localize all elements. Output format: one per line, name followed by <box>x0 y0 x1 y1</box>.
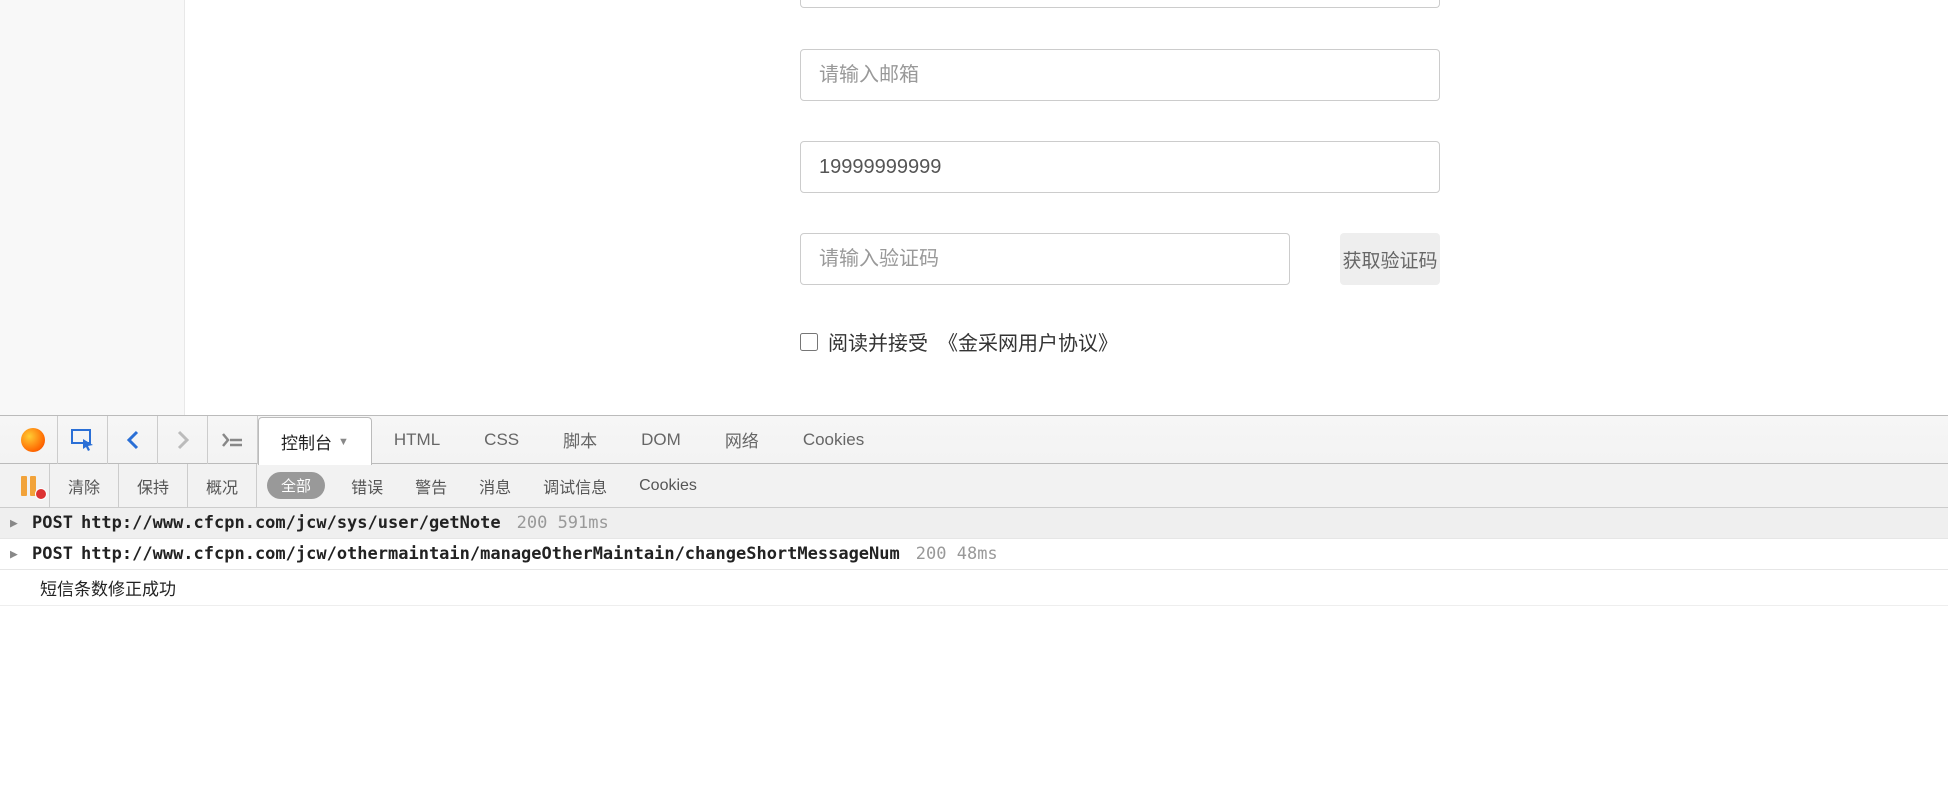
log-url: http://www.cfcpn.com/jcw/othermaintain/m… <box>81 544 900 564</box>
row-top-partial <box>800 0 1948 9</box>
tab-console-label: 控制台 <box>281 429 332 454</box>
profile-button[interactable]: 概况 <box>188 464 257 508</box>
log-url: http://www.cfcpn.com/jcw/sys/user/getNot… <box>81 513 501 533</box>
filter-warn[interactable]: 警告 <box>399 474 463 498</box>
get-captcha-button[interactable]: 获取验证码 <box>1340 233 1440 285</box>
row-phone <box>800 141 1948 193</box>
tab-console[interactable]: 控制台 ▼ <box>258 417 372 465</box>
page-upper: 获取验证码 阅读并接受 《金采网用户协议》 <box>0 0 1948 415</box>
row-agreement: 阅读并接受 《金采网用户协议》 <box>800 327 1948 356</box>
firebug-icon[interactable] <box>8 416 58 464</box>
tab-network[interactable]: 网络 <box>703 416 781 464</box>
devtools-panel: 控制台 ▼ HTML CSS 脚本 DOM 网络 Cookies 清除 保持 概… <box>0 415 1948 606</box>
tab-dom[interactable]: DOM <box>619 416 703 464</box>
tab-script[interactable]: 脚本 <box>541 416 619 464</box>
email-input[interactable] <box>800 49 1440 101</box>
expand-arrow-icon[interactable]: ▶ <box>10 547 24 562</box>
filter-debug[interactable]: 调试信息 <box>527 474 623 498</box>
partial-input[interactable] <box>800 0 1440 8</box>
tab-css[interactable]: CSS <box>462 416 541 464</box>
captcha-input[interactable] <box>800 233 1290 285</box>
filter-error[interactable]: 错误 <box>335 474 399 498</box>
clear-button[interactable]: 清除 <box>50 464 119 508</box>
agree-prefix: 阅读并接受 <box>828 327 928 356</box>
left-gutter <box>0 0 185 415</box>
log-status: 200 48ms <box>916 544 998 564</box>
log-status: 200 591ms <box>517 513 609 533</box>
log-method: POST <box>32 544 73 564</box>
chevron-down-icon: ▼ <box>338 436 349 448</box>
filter-cookies[interactable]: Cookies <box>623 477 713 495</box>
expand-arrow-icon[interactable]: ▶ <box>10 516 24 531</box>
devtools-subbar: 清除 保持 概况 全部 错误 警告 消息 调试信息 Cookies <box>0 464 1948 508</box>
filter-info[interactable]: 消息 <box>463 474 527 498</box>
devtools-tabbar: 控制台 ▼ HTML CSS 脚本 DOM 网络 Cookies <box>0 416 1948 464</box>
break-icon[interactable] <box>10 464 50 508</box>
command-line-icon[interactable] <box>208 416 258 464</box>
row-email <box>800 49 1948 101</box>
tab-html[interactable]: HTML <box>372 416 462 464</box>
log-entry[interactable]: ▶ POST http://www.cfcpn.com/jcw/othermai… <box>0 539 1948 570</box>
inspect-icon[interactable] <box>58 416 108 464</box>
form-area: 获取验证码 阅读并接受 《金采网用户协议》 <box>185 0 1948 415</box>
log-entry[interactable]: ▶ POST http://www.cfcpn.com/jcw/sys/user… <box>0 508 1948 539</box>
tab-cookies[interactable]: Cookies <box>781 416 886 464</box>
log-method: POST <box>32 513 73 533</box>
agreement-link[interactable]: 《金采网用户协议》 <box>938 327 1118 356</box>
filter-all-pill[interactable]: 全部 <box>267 472 325 499</box>
nav-forward-icon[interactable] <box>158 416 208 464</box>
phone-input[interactable] <box>800 141 1440 193</box>
console-log: ▶ POST http://www.cfcpn.com/jcw/sys/user… <box>0 508 1948 606</box>
agree-checkbox[interactable] <box>800 333 818 351</box>
nav-back-icon[interactable] <box>108 416 158 464</box>
log-message: 短信条数修正成功 <box>0 570 1948 606</box>
keep-button[interactable]: 保持 <box>119 464 188 508</box>
row-captcha: 获取验证码 <box>800 233 1948 285</box>
